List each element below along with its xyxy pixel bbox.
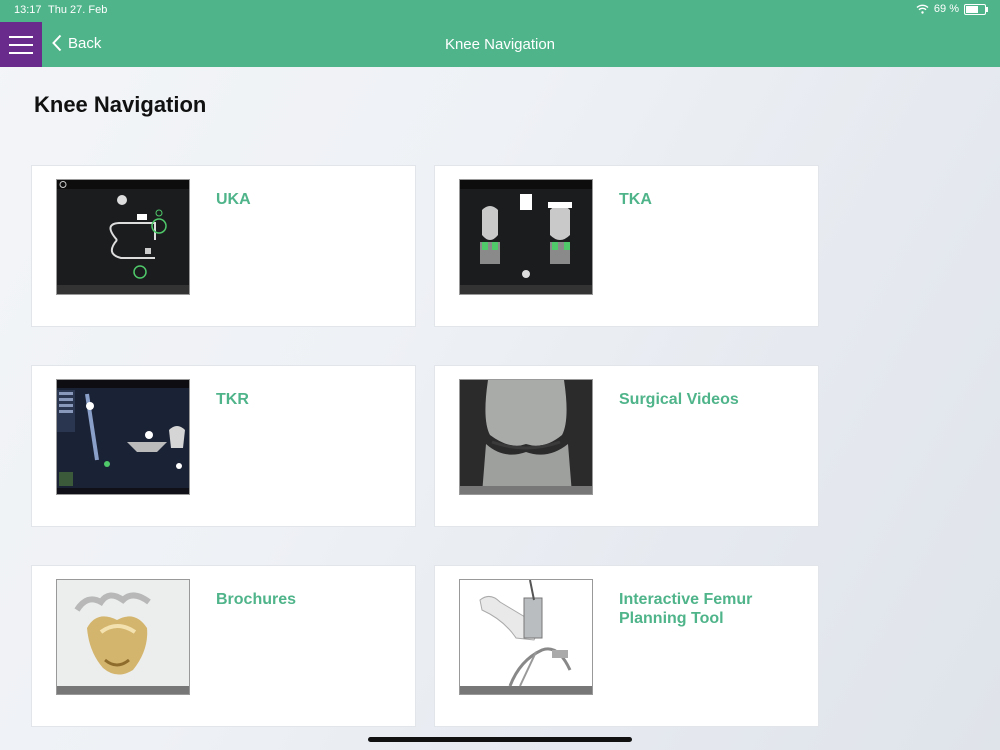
card-tka[interactable]: TKA: [434, 165, 819, 327]
card-label: Interactive Femur Planning Tool: [619, 591, 753, 627]
status-indicators: 69 %: [916, 3, 988, 15]
card-surgical-videos[interactable]: Surgical Videos: [434, 365, 819, 527]
status-time: 13:17: [14, 4, 42, 16]
card-label: UKA: [216, 191, 251, 208]
status-date: Thu 27. Feb: [48, 4, 108, 16]
card-uka[interactable]: UKA: [31, 165, 416, 327]
card-label: TKR: [216, 391, 249, 408]
brochures-thumbnail: [56, 579, 190, 695]
femur-planning-thumbnail: [459, 579, 593, 695]
home-indicator[interactable]: [368, 737, 632, 742]
nav-bar: Back Knee Navigation: [0, 22, 1000, 67]
wifi-icon: [916, 4, 929, 14]
uka-thumbnail: [56, 179, 190, 295]
card-brochures[interactable]: Brochures: [31, 565, 416, 727]
page-title: Knee Navigation: [34, 92, 207, 117]
card-label: Brochures: [216, 591, 297, 608]
battery-percent: 69 %: [933, 3, 959, 15]
card-label: Surgical Videos: [619, 391, 739, 408]
battery-icon: [964, 3, 988, 15]
tkr-thumbnail: [56, 379, 190, 495]
card-interactive-femur-planning-tool[interactable]: Interactive Femur Planning Tool: [434, 565, 819, 727]
tka-thumbnail: [459, 179, 593, 295]
nav-title: Knee Navigation: [444, 36, 556, 53]
surgical-videos-thumbnail: [459, 379, 593, 495]
card-tkr[interactable]: TKR: [31, 365, 416, 527]
card-label: TKA: [619, 191, 652, 208]
status-bar: 13:17 Thu 27. Feb 69 %: [0, 0, 1000, 22]
